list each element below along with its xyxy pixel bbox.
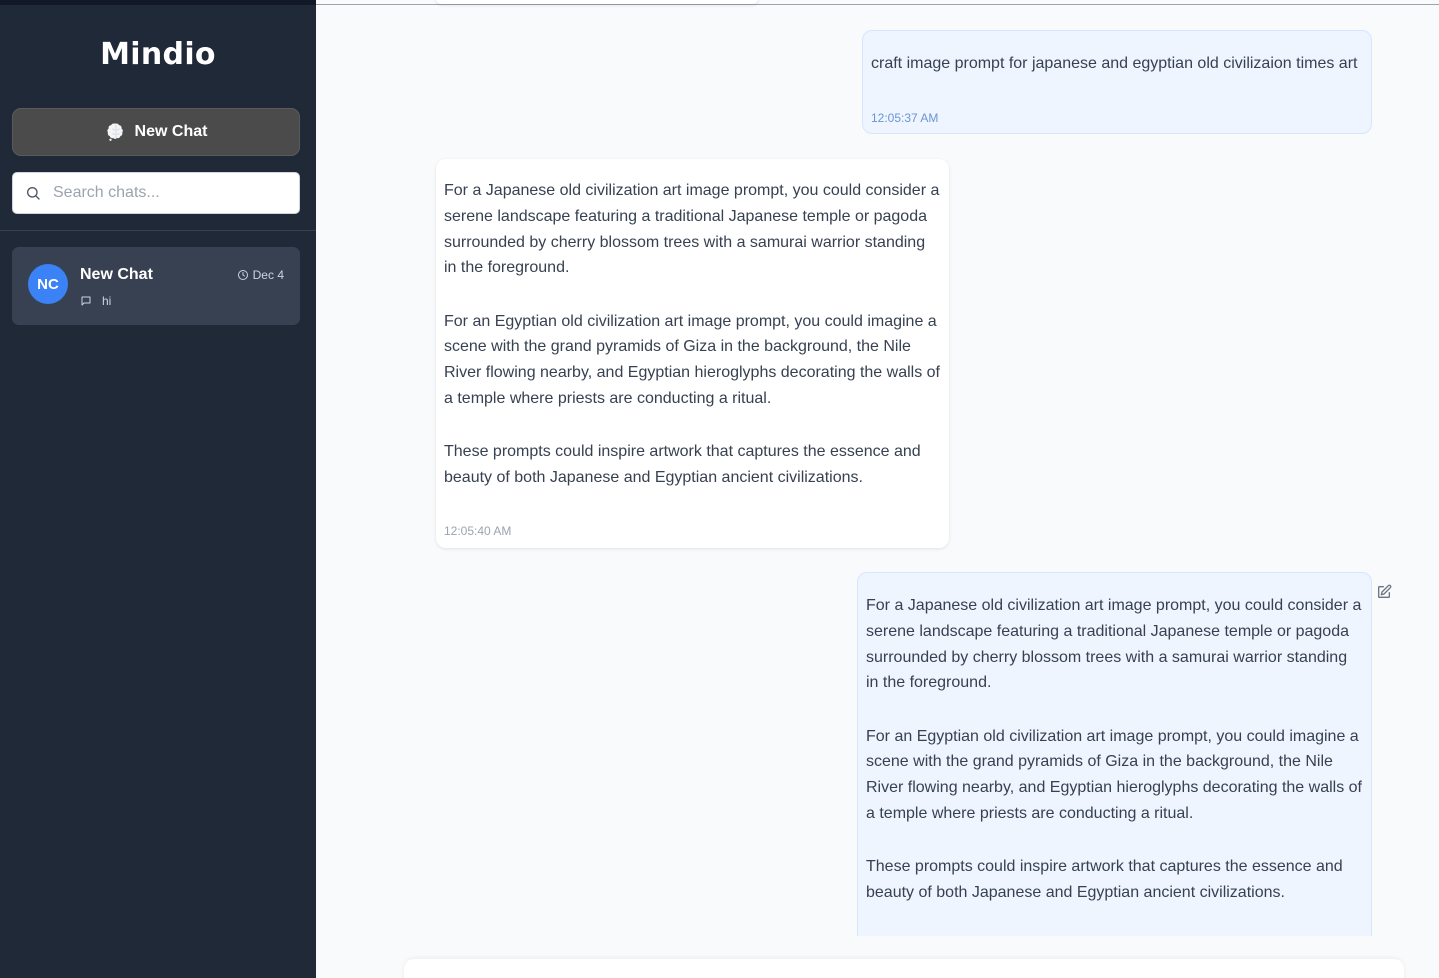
app-logo: Mindio bbox=[100, 37, 216, 72]
edit-icon[interactable] bbox=[1376, 584, 1392, 600]
chat-preview-text: hi bbox=[102, 294, 112, 308]
message-text: For a Japanese old civilization art imag… bbox=[444, 182, 940, 277]
message-text: These prompts could inspire artwork that… bbox=[444, 443, 921, 487]
chat-preview: hi bbox=[80, 294, 111, 308]
message-text: For an Egyptian old civilization art ima… bbox=[866, 727, 1362, 823]
assistant-message: For a Japanese old civilization art imag… bbox=[436, 159, 949, 548]
message-time: 12:05:40 AM bbox=[444, 524, 512, 538]
user-message: For a Japanese old civilization art imag… bbox=[857, 572, 1372, 952]
message-text: craft image prompt for japanese and egyp… bbox=[871, 55, 1358, 72]
search-input[interactable] bbox=[53, 184, 283, 202]
chat-area[interactable]: craft image prompt for japanese and egyp… bbox=[316, 0, 1439, 978]
chat-title: New Chat bbox=[80, 266, 153, 283]
new-chat-label: New Chat bbox=[134, 123, 208, 140]
sidebar: Mindio New Chat NC New Chat Dec 4 bbox=[0, 0, 316, 978]
message-time: 12:05:37 AM bbox=[871, 111, 939, 125]
message-composer[interactable] bbox=[404, 959, 1404, 978]
brain-icon bbox=[106, 123, 123, 141]
chat-date: Dec 4 bbox=[237, 268, 284, 282]
sidebar-divider bbox=[0, 230, 316, 231]
user-message: craft image prompt for japanese and egyp… bbox=[862, 30, 1372, 134]
message-text: For a Japanese old civilization art imag… bbox=[866, 597, 1362, 692]
chat-date-text: Dec 4 bbox=[252, 268, 284, 282]
top-border bbox=[316, 4, 1439, 5]
clock-icon bbox=[237, 270, 248, 280]
chat-avatar: NC bbox=[28, 264, 68, 304]
message-text: These prompts could inspire artwork that… bbox=[866, 858, 1343, 902]
message-icon bbox=[81, 296, 91, 306]
message-text: For an Egyptian old civilization art ima… bbox=[444, 312, 940, 408]
search-box bbox=[12, 172, 300, 214]
previous-message bbox=[436, 0, 758, 4]
chat-list-item[interactable]: NC New Chat Dec 4 hi bbox=[12, 247, 300, 325]
new-chat-button[interactable]: New Chat bbox=[12, 108, 300, 156]
search-icon bbox=[27, 187, 40, 200]
